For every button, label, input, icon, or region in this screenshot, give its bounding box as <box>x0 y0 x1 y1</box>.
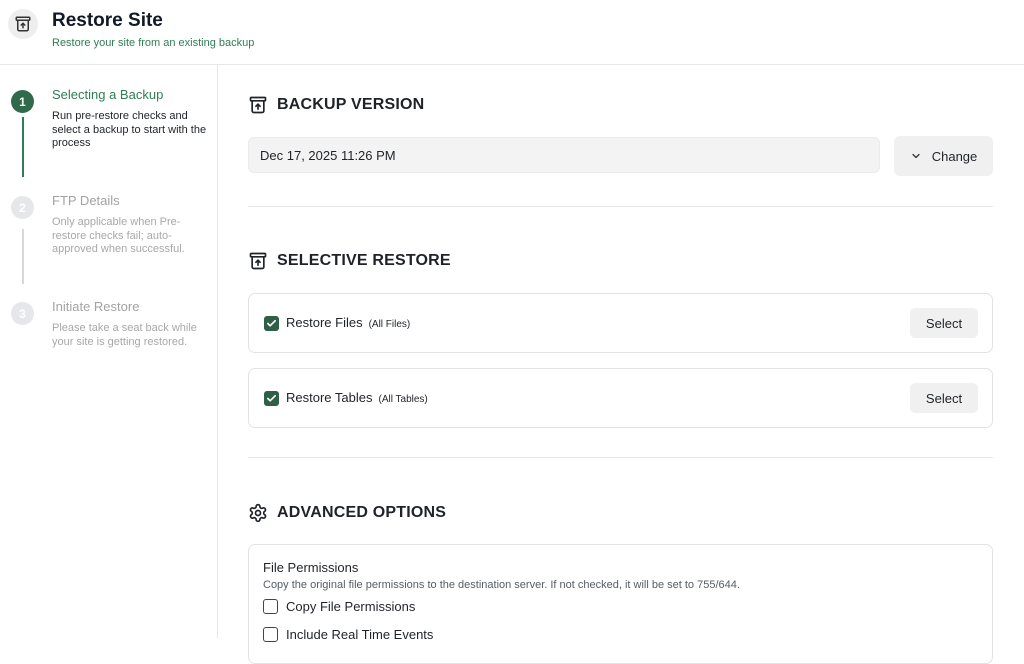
backup-version-field[interactable]: Dec 17, 2025 11:26 PM <box>248 137 880 173</box>
select-files-button[interactable]: Select <box>910 308 978 338</box>
restore-tables-card: Restore Tables (All Tables) Select <box>248 368 993 428</box>
change-button-label: Change <box>931 148 978 164</box>
copy-file-permissions-option[interactable]: Copy File Permissions <box>263 599 415 614</box>
copy-file-permissions-checkbox[interactable] <box>263 599 278 614</box>
backup-version-heading: BACKUP VERSION <box>248 95 424 115</box>
step-number: 2 <box>11 196 34 219</box>
selective-restore-heading: SELECTIVE RESTORE <box>248 251 451 271</box>
section-title: ADVANCED OPTIONS <box>277 504 447 521</box>
select-tables-button[interactable]: Select <box>910 383 978 413</box>
backup-version-value: Dec 17, 2025 11:26 PM <box>260 147 396 163</box>
check-icon <box>267 319 276 327</box>
advanced-options-heading: ADVANCED OPTIONS <box>248 503 446 523</box>
page-subtitle: Restore your site from an existing backu… <box>52 37 255 49</box>
step-title: FTP Details <box>52 193 120 208</box>
main-content: BACKUP VERSION Dec 17, 2025 11:26 PM Cha… <box>218 65 1024 664</box>
step-description: Only applicable when Pre-restore checks … <box>52 216 185 255</box>
step-number: 3 <box>11 302 34 325</box>
archive-restore-icon <box>8 9 38 39</box>
step-title: Selecting a Backup <box>52 87 164 102</box>
card-sub-text: (All Tables) <box>378 394 428 405</box>
chevron-down-icon <box>910 150 922 162</box>
file-permissions-description: Copy the original file permissions to th… <box>263 579 740 591</box>
step-description: Run pre-restore checks and select a back… <box>52 110 207 149</box>
step-connector <box>22 117 24 177</box>
file-permissions-title: File Permissions <box>263 560 359 575</box>
page-title: Restore Site <box>52 10 163 31</box>
include-real-time-events-checkbox[interactable] <box>263 627 278 642</box>
option-label: Include Real Time Events <box>286 627 434 642</box>
card-sub-text: (All Files) <box>368 319 411 330</box>
restore-files-label: Restore Files (All Files) <box>286 315 410 330</box>
card-label-text: Restore Tables <box>286 390 373 405</box>
section-divider <box>248 457 993 458</box>
archive-restore-icon <box>248 95 268 115</box>
section-divider <box>248 206 993 207</box>
restore-stepper: 1 Selecting a Backup Run pre-restore che… <box>0 65 218 638</box>
card-label-text: Restore Files <box>286 315 363 330</box>
restore-tables-checkbox[interactable] <box>264 391 279 406</box>
check-icon <box>267 394 276 402</box>
restore-files-checkbox[interactable] <box>264 316 279 331</box>
section-title: BACKUP VERSION <box>277 96 425 113</box>
step-connector <box>22 229 24 284</box>
file-permissions-card: File Permissions Copy the original file … <box>248 544 993 664</box>
gear-icon <box>248 503 268 523</box>
page-header: Restore Site Restore your site from an e… <box>0 0 1024 65</box>
restore-files-card: Restore Files (All Files) Select <box>248 293 993 353</box>
step-description: Please take a seat back while your site … <box>52 322 197 348</box>
option-label: Copy File Permissions <box>286 599 416 614</box>
include-real-time-events-option[interactable]: Include Real Time Events <box>263 627 433 642</box>
step-number: 1 <box>11 90 34 113</box>
restore-tables-label: Restore Tables (All Tables) <box>286 390 428 405</box>
step-title: Initiate Restore <box>52 299 140 314</box>
change-backup-button[interactable]: Change <box>894 136 993 176</box>
archive-restore-icon <box>248 251 268 271</box>
section-title: SELECTIVE RESTORE <box>277 252 451 269</box>
